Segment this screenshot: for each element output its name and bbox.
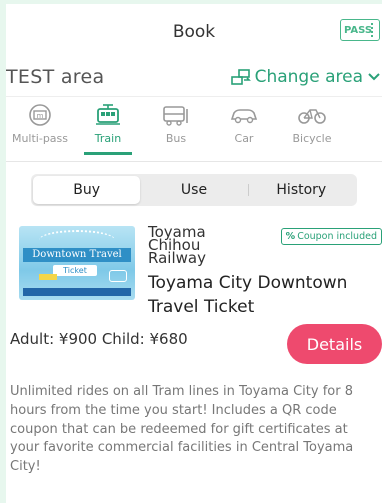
header: Book PASS — [6, 4, 382, 54]
tab-multipass[interactable]: m Multi-pass — [6, 97, 74, 161]
segment-use[interactable]: Use — [140, 176, 247, 204]
tab-label: Multi-pass — [11, 132, 69, 145]
tab-label: Car — [234, 132, 254, 145]
page-title: Book — [172, 22, 216, 42]
ticket-name: Toyama City Downtown Travel Ticket — [148, 273, 348, 317]
bus-illustration-icon — [109, 270, 127, 282]
pass-button[interactable]: PASS — [340, 19, 380, 41]
segment-control-wrap: Buy Use History — [6, 162, 382, 218]
tab-train[interactable]: Train — [74, 97, 142, 161]
segment-history[interactable]: History — [247, 176, 355, 204]
svg-text:m: m — [37, 112, 44, 120]
change-area-button[interactable]: Change area — [230, 67, 382, 87]
tab-bus[interactable]: Bus — [142, 97, 210, 161]
percent-icon: % — [285, 231, 296, 242]
change-area-label: Change area — [254, 67, 363, 87]
operator-name: Toyama Chihou Railway — [148, 223, 206, 267]
qr-icon — [371, 23, 377, 37]
ticket-price: Adult: ¥900 Child: ¥680 — [10, 330, 188, 348]
car-icon — [230, 109, 258, 124]
pass-label: PASS — [344, 24, 373, 36]
train-icon — [96, 104, 120, 125]
app-frame: Book PASS TEST area Change area m Multi-… — [6, 4, 382, 503]
ticket-description: Unlimited rides on all Tram lines in Toy… — [10, 384, 354, 475]
swap-icon — [230, 69, 251, 85]
bus-icon — [163, 106, 188, 126]
tab-car[interactable]: Car — [210, 97, 278, 161]
tab-bicycle[interactable]: Bicycle — [278, 97, 346, 161]
segment-buy[interactable]: Buy — [33, 176, 141, 204]
area-row: TEST area Change area — [6, 54, 382, 96]
bicycle-icon — [298, 109, 326, 124]
transport-mode-tabs: m Multi-pass Train Bus Car Bicycle — [6, 96, 382, 162]
tab-label: Bus — [165, 132, 187, 145]
tab-label: Bicycle — [292, 132, 332, 145]
coupon-label: Coupon included — [297, 231, 377, 242]
ticket-image: Downtown Travel Ticket — [19, 226, 135, 300]
multipass-icon: m — [29, 104, 51, 126]
tab-label: Train — [94, 132, 122, 145]
ticket-image-banner: Downtown Travel — [23, 248, 131, 262]
coupon-badge: % Coupon included — [280, 228, 382, 245]
area-title: TEST area — [6, 66, 105, 88]
segment-control: Buy Use History — [31, 174, 357, 206]
ticket-image-sub: Ticket — [53, 265, 97, 276]
details-button[interactable]: Details — [287, 324, 382, 364]
chevron-down-icon — [368, 73, 380, 81]
